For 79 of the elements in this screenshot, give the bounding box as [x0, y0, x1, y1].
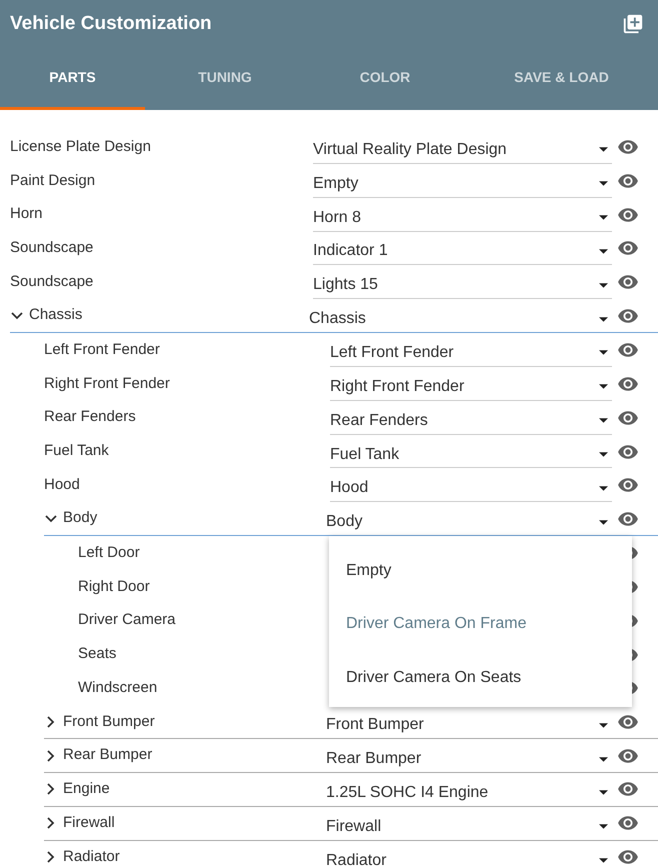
window-title: Vehicle Customization	[10, 12, 212, 36]
part-label: Left Front Fender	[44, 340, 160, 360]
eye-icon[interactable]	[616, 273, 640, 292]
caret-icon[interactable]	[599, 248, 608, 254]
caret-icon[interactable]	[599, 520, 608, 525]
eye-icon[interactable]	[616, 442, 640, 461]
part-label: Hood	[44, 475, 80, 496]
part-select[interactable]: Rear Bumper	[326, 739, 612, 772]
eye-icon[interactable]	[616, 848, 640, 866]
part-select[interactable]: Hood	[330, 468, 612, 502]
caret-icon[interactable]	[599, 181, 608, 186]
part-select[interactable]: Indicator 1	[313, 232, 612, 266]
part-label: Firewall	[63, 813, 115, 834]
part-select[interactable]: Left Front Fender	[330, 333, 612, 367]
part-select[interactable]: Body	[326, 502, 612, 536]
part-label: Seats	[78, 644, 116, 664]
part-label: Soundscape	[10, 272, 94, 292]
caret-icon[interactable]	[599, 824, 608, 830]
part-label: Driver Camera	[78, 610, 176, 630]
part-label: Radiator	[63, 846, 120, 867]
part-label: Right Front Fender	[44, 374, 170, 394]
menu-option[interactable]: Driver Camera On Frame	[329, 598, 632, 652]
part-select[interactable]: Fuel Tank	[330, 434, 612, 468]
part-select[interactable]: Right Front Fender	[330, 366, 612, 401]
caret-icon[interactable]	[599, 350, 608, 356]
caret-icon[interactable]	[599, 418, 608, 424]
eye-icon[interactable]	[616, 780, 640, 798]
part-label: Right Door	[78, 576, 150, 597]
part-label: Left Door	[78, 542, 140, 563]
add-icon[interactable]	[622, 13, 644, 35]
part-label: Body	[63, 508, 98, 528]
caret-icon[interactable]	[599, 756, 608, 762]
eye-icon[interactable]	[616, 374, 640, 393]
part-label: Paint Design	[10, 170, 96, 191]
part-label: Rear Bumper	[63, 745, 152, 766]
caret-icon[interactable]	[599, 316, 608, 322]
menu-option[interactable]: Empty	[329, 544, 632, 598]
eye-icon[interactable]	[616, 408, 640, 427]
caret-icon[interactable]	[599, 147, 608, 152]
eye-icon[interactable]	[616, 712, 640, 731]
part-select[interactable]: Front Bumper	[326, 705, 612, 738]
tab[interactable]: PARTS	[0, 48, 145, 110]
caret-icon[interactable]	[599, 858, 608, 864]
part-select[interactable]: Radiator	[326, 840, 612, 867]
caret-icon[interactable]	[599, 215, 608, 220]
part-label: Windscreen	[78, 678, 158, 698]
part-label: License Plate Design	[10, 136, 151, 157]
part-select[interactable]: Virtual Reality Plate Design	[313, 130, 612, 164]
part-label: Horn	[10, 204, 43, 224]
part-label: Rear Fenders	[44, 407, 136, 428]
caret-icon[interactable]	[599, 790, 608, 796]
part-select[interactable]: 1.25L SOHC I4 Engine	[326, 773, 612, 806]
eye-icon[interactable]	[616, 172, 640, 190]
part-select[interactable]: Rear Fenders	[330, 400, 612, 435]
part-label: Engine	[63, 779, 110, 800]
part-select[interactable]: Lights 15	[313, 265, 612, 300]
part-select[interactable]: Chassis	[309, 299, 612, 332]
eye-icon[interactable]	[616, 814, 640, 832]
part-label: Fuel Tank	[44, 441, 109, 462]
part-select[interactable]: Firewall	[326, 806, 612, 840]
caret-icon[interactable]	[599, 282, 608, 288]
eye-icon[interactable]	[616, 206, 640, 224]
caret-icon[interactable]	[599, 384, 608, 390]
caret-icon[interactable]	[599, 452, 608, 458]
caret-icon[interactable]	[599, 486, 608, 491]
eye-icon[interactable]	[616, 239, 640, 258]
part-label: Soundscape	[10, 238, 94, 258]
part-select[interactable]: Empty	[313, 164, 612, 198]
part-label: Front Bumper	[63, 712, 155, 732]
eye-icon[interactable]	[616, 476, 640, 494]
caret-icon[interactable]	[599, 722, 608, 728]
part-label: Chassis	[29, 305, 82, 326]
eye-icon[interactable]	[616, 510, 640, 528]
menu-option[interactable]: Driver Camera On Seats	[329, 651, 632, 705]
part-select[interactable]: Horn 8	[313, 198, 612, 232]
eye-icon[interactable]	[616, 746, 640, 765]
eye-icon[interactable]	[616, 306, 640, 325]
eye-icon[interactable]	[616, 340, 640, 359]
eye-icon[interactable]	[616, 138, 640, 156]
